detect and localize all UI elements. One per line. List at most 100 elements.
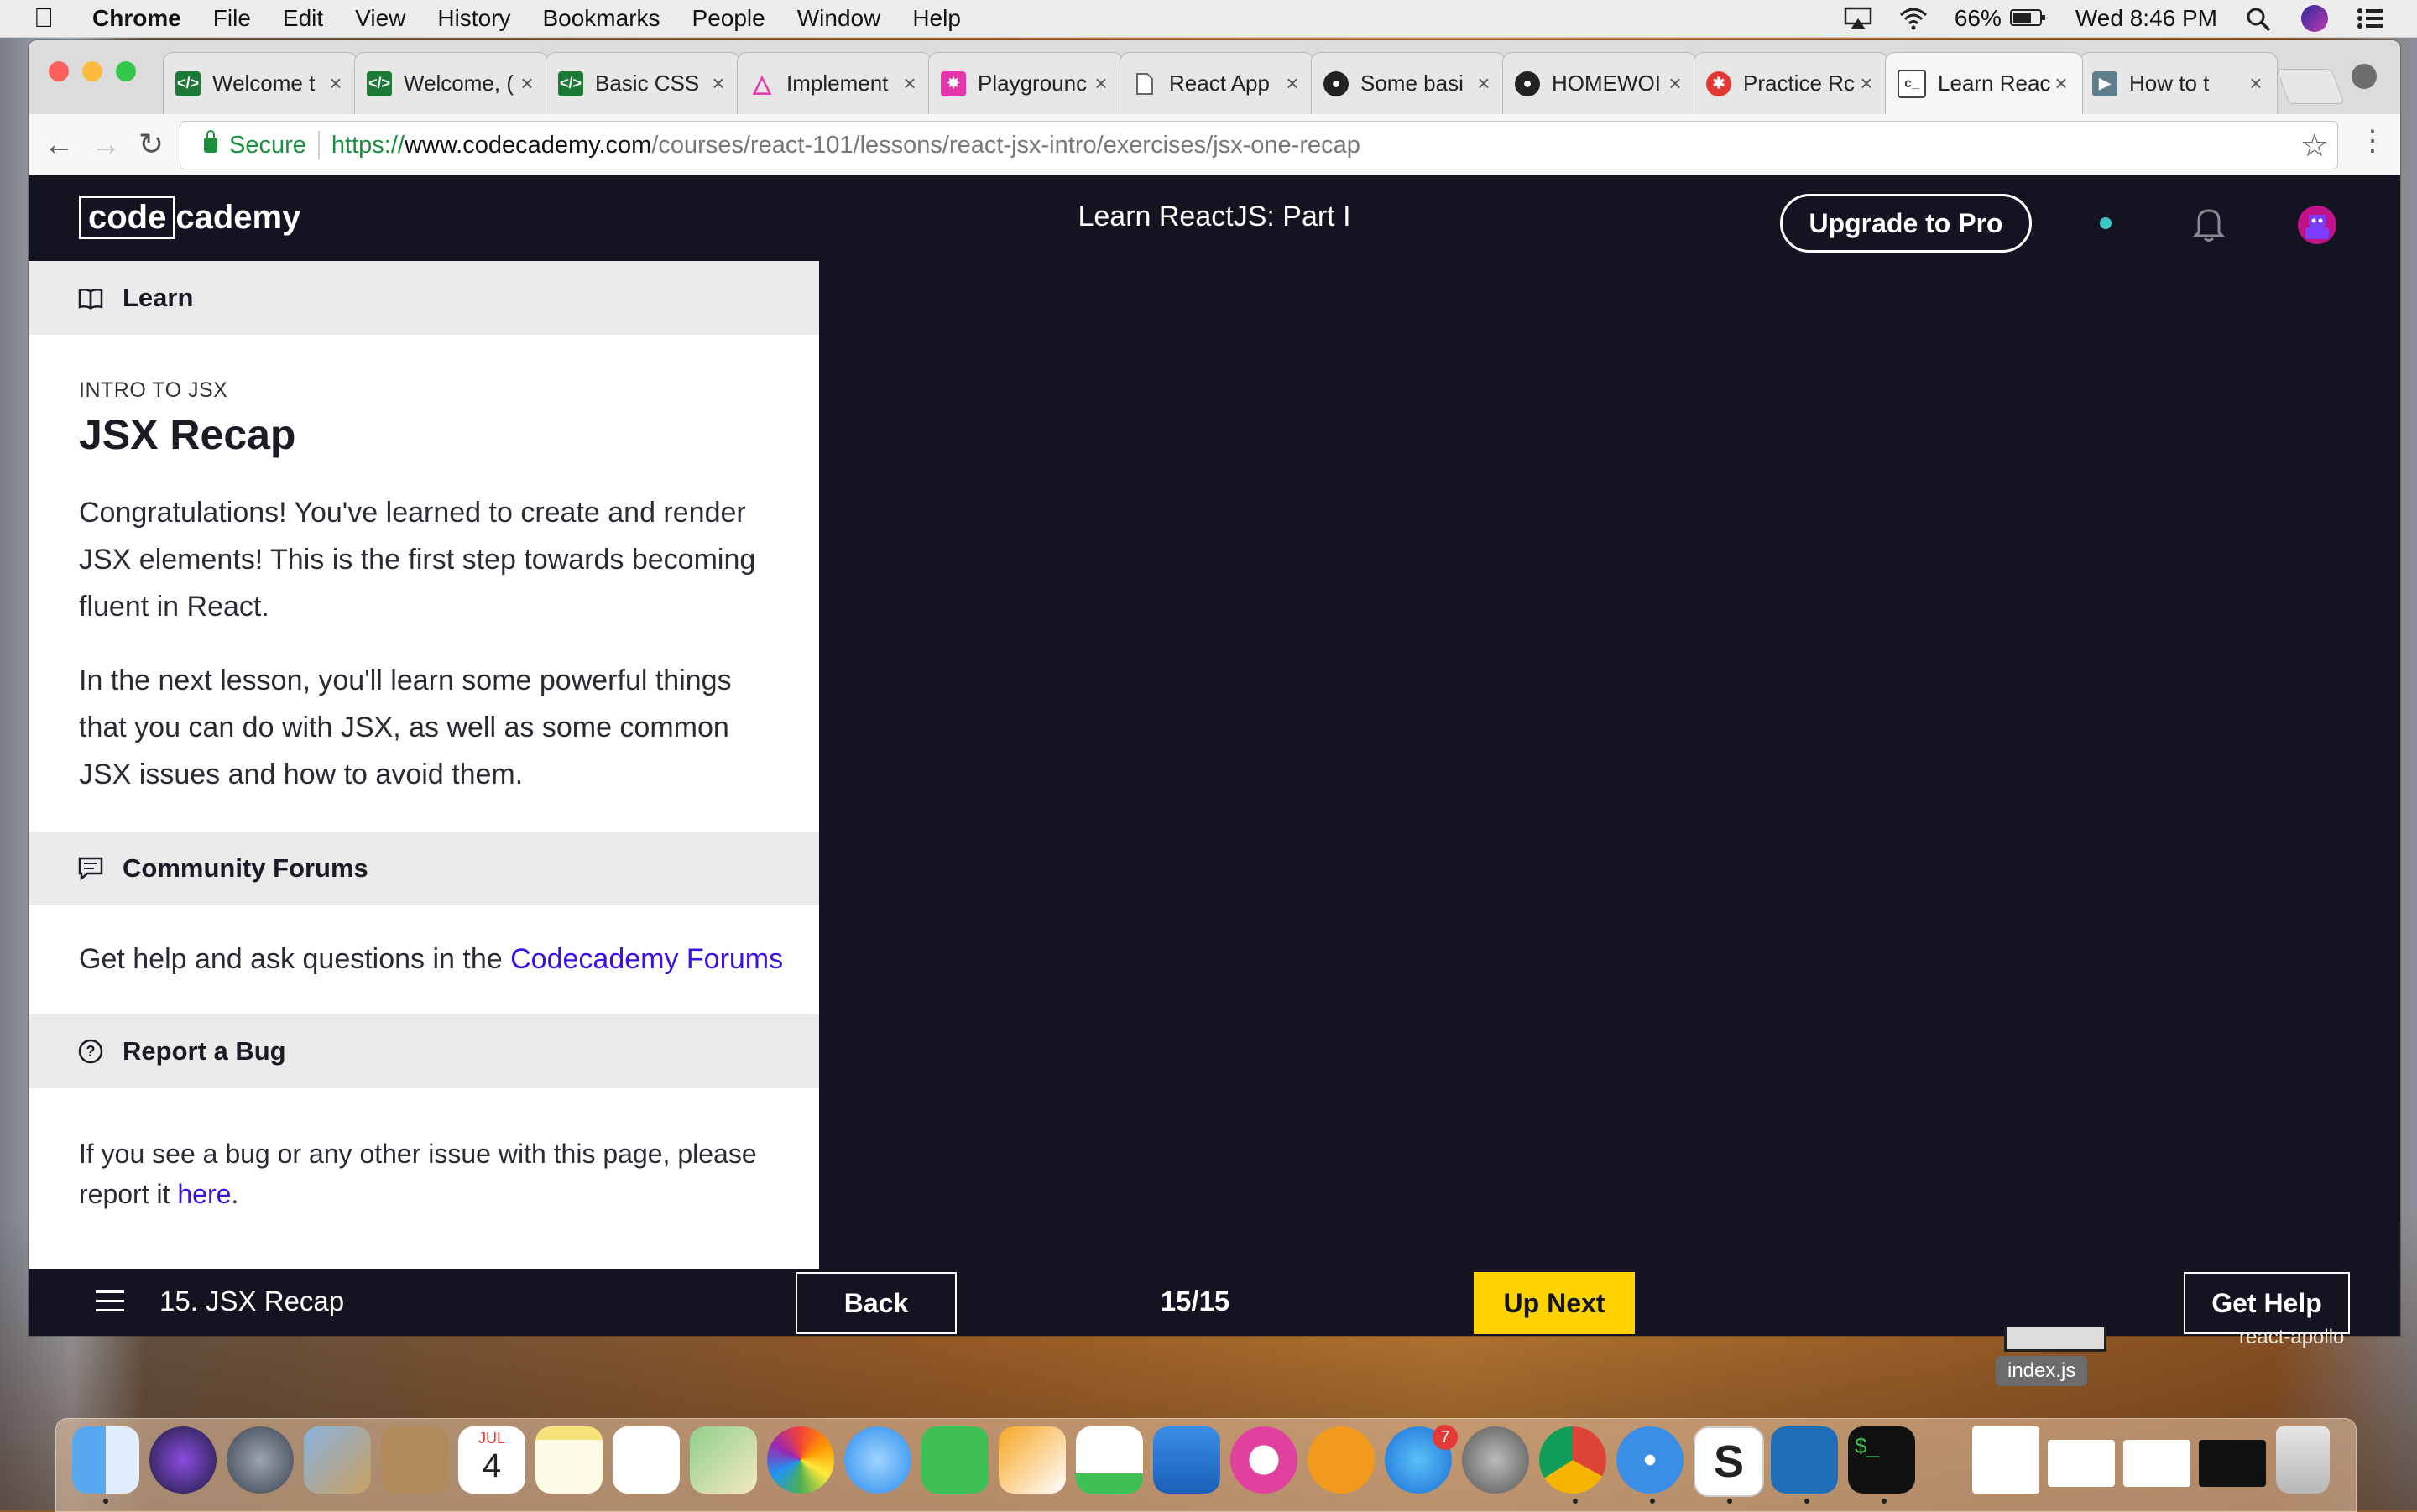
tab-react-app[interactable]: React App × xyxy=(1120,52,1314,114)
menubar-help[interactable]: Help xyxy=(912,5,961,32)
desktop-file-thumbnail[interactable] xyxy=(2004,1327,2106,1352)
window-zoom-button[interactable] xyxy=(116,61,136,81)
pages-icon[interactable] xyxy=(999,1426,1066,1494)
vscode-icon[interactable] xyxy=(1771,1426,1838,1494)
mail-stamp-icon[interactable] xyxy=(304,1426,371,1494)
tab-playground[interactable]: ✸ Playgrounc × xyxy=(928,52,1123,114)
chrome-profile-icon[interactable] xyxy=(2352,64,2377,89)
upgrade-to-pro-button[interactable]: Upgrade to Pro xyxy=(1780,194,2032,253)
maps-icon[interactable] xyxy=(690,1426,757,1494)
menubar-history[interactable]: History xyxy=(437,5,510,32)
notes-icon[interactable] xyxy=(535,1426,603,1494)
current-lesson-label[interactable]: 15. JSX Recap xyxy=(159,1285,344,1317)
tab-close-icon[interactable]: × xyxy=(2245,70,2267,96)
forums-text: Get help and ask questions in the Codeca… xyxy=(79,936,784,983)
lock-icon xyxy=(204,130,217,153)
airplay-icon[interactable] xyxy=(1844,7,1872,30)
calendar-icon[interactable]: JUL 4 xyxy=(458,1426,525,1494)
report-bug-label: Report a Bug xyxy=(123,1036,286,1066)
tab-basic-css[interactable]: </> Basic CSS × xyxy=(546,52,740,114)
battery-percent: 66% xyxy=(1954,5,2002,31)
ibooks-icon[interactable] xyxy=(1308,1426,1375,1494)
messages-icon[interactable] xyxy=(844,1426,911,1494)
system-preferences-icon[interactable] xyxy=(1462,1426,1529,1494)
bookmark-star-icon[interactable]: ☆ xyxy=(2300,127,2329,164)
wifi-icon[interactable] xyxy=(1899,7,1927,30)
menubar-app-name[interactable]: Chrome xyxy=(92,5,181,32)
safari-icon[interactable] xyxy=(1616,1426,1684,1494)
notification-bell-icon[interactable] xyxy=(2192,206,2226,242)
numbers-icon[interactable] xyxy=(1076,1426,1143,1494)
menubar-bookmarks[interactable]: Bookmarks xyxy=(542,5,660,32)
up-next-button[interactable]: Up Next xyxy=(1474,1272,1635,1334)
report-bug-link[interactable]: here xyxy=(177,1179,231,1209)
menubar-people[interactable]: People xyxy=(692,5,765,32)
reload-icon[interactable]: ↻ xyxy=(133,126,170,163)
chrome-menu-icon[interactable]: ⋮ xyxy=(2358,124,2387,158)
tab-close-icon[interactable]: × xyxy=(707,70,729,96)
itunes-icon[interactable] xyxy=(1230,1426,1297,1494)
user-avatar[interactable] xyxy=(2298,206,2336,244)
tab-some-basic[interactable]: ● Some basi × xyxy=(1311,52,1506,114)
contacts-icon[interactable] xyxy=(381,1426,448,1494)
back-button[interactable]: Back xyxy=(796,1272,957,1334)
apple-menu-icon[interactable]:  xyxy=(34,3,59,32)
desktop-file-index-js[interactable]: index.js xyxy=(1996,1356,2088,1386)
tab-close-icon[interactable]: × xyxy=(2050,70,2072,96)
tab-close-icon[interactable]: × xyxy=(1473,70,1495,96)
screenshot-thumbnail-1[interactable] xyxy=(2048,1440,2115,1487)
menubar-file[interactable]: File xyxy=(213,5,251,32)
tab-close-icon[interactable]: × xyxy=(1090,70,1112,96)
photos-icon[interactable] xyxy=(767,1426,834,1494)
slack-icon[interactable]: S xyxy=(1694,1426,1764,1497)
codecademy-forums-link[interactable]: Codecademy Forums xyxy=(510,943,783,975)
codecademy-favicon-icon: c_ xyxy=(1898,69,1926,98)
menubar-edit[interactable]: Edit xyxy=(283,5,323,32)
tab-close-icon[interactable]: × xyxy=(325,70,347,96)
tab-close-icon[interactable]: × xyxy=(899,70,921,96)
tab-learn-react-active[interactable]: c_ Learn Reac × xyxy=(1885,52,2083,114)
tab-title: Learn Reac xyxy=(1938,70,2050,96)
chrome-icon[interactable] xyxy=(1539,1426,1606,1494)
tab-welcome-2[interactable]: </> Welcome, ( × xyxy=(354,52,549,114)
chrome-window: </> Welcome t × </> Welcome, ( × </> Bas… xyxy=(29,40,2400,1336)
get-help-button[interactable]: Get Help xyxy=(2184,1272,2350,1334)
tab-close-icon[interactable]: × xyxy=(1664,70,1686,96)
spotlight-search-icon[interactable] xyxy=(2246,7,2273,32)
desktop-folder-react-apollo[interactable]: react-apollo xyxy=(2239,1326,2344,1349)
tab-welcome-1[interactable]: </> Welcome t × xyxy=(163,52,358,114)
menubar-clock[interactable]: Wed 8:46 PM xyxy=(2075,5,2217,32)
window-minimize-button[interactable] xyxy=(82,61,102,81)
back-arrow-icon[interactable]: ← xyxy=(40,126,77,163)
battery-icon[interactable] xyxy=(2009,7,2047,30)
tab-implement[interactable]: △ Implement × xyxy=(737,52,932,114)
facetime-icon[interactable] xyxy=(921,1426,989,1494)
address-bar[interactable]: Secure https:// www.codecademy.com /cour… xyxy=(180,121,2338,169)
terminal-icon[interactable]: $_ xyxy=(1848,1426,1915,1494)
tab-homework[interactable]: ● HOMEWOI × xyxy=(1502,52,1697,114)
finder-icon[interactable] xyxy=(72,1426,139,1494)
notification-center-icon[interactable] xyxy=(2357,7,2383,30)
tab-close-icon[interactable]: × xyxy=(516,70,538,96)
launchpad-icon[interactable] xyxy=(227,1426,294,1494)
tab-how-to[interactable]: ▶ How to t × xyxy=(2080,52,2278,114)
new-tab-button[interactable] xyxy=(2276,69,2345,104)
bug-suffix: . xyxy=(231,1179,239,1209)
window-close-button[interactable] xyxy=(49,61,69,81)
menubar-view[interactable]: View xyxy=(355,5,405,32)
screenshot-thumbnail-3[interactable] xyxy=(2199,1440,2266,1487)
lesson-progress-count: 15/15 xyxy=(1160,1285,1230,1316)
keynote-icon[interactable] xyxy=(1153,1426,1220,1494)
hamburger-menu-icon[interactable] xyxy=(96,1290,124,1312)
menubar-window[interactable]: Window xyxy=(797,5,881,32)
tab-close-icon[interactable]: × xyxy=(1856,70,1877,96)
file-c-icon[interactable] xyxy=(1972,1426,2039,1494)
reminders-icon[interactable] xyxy=(613,1426,680,1494)
trash-icon[interactable] xyxy=(2276,1426,2330,1494)
siri-icon[interactable] xyxy=(149,1426,217,1494)
tab-practice[interactable]: ✱ Practice Rc × xyxy=(1694,52,1888,114)
forward-arrow-icon[interactable]: → xyxy=(87,126,124,163)
tab-close-icon[interactable]: × xyxy=(1282,70,1303,96)
screenshot-thumbnail-2[interactable] xyxy=(2123,1440,2190,1487)
siri-icon[interactable] xyxy=(2301,5,2328,32)
